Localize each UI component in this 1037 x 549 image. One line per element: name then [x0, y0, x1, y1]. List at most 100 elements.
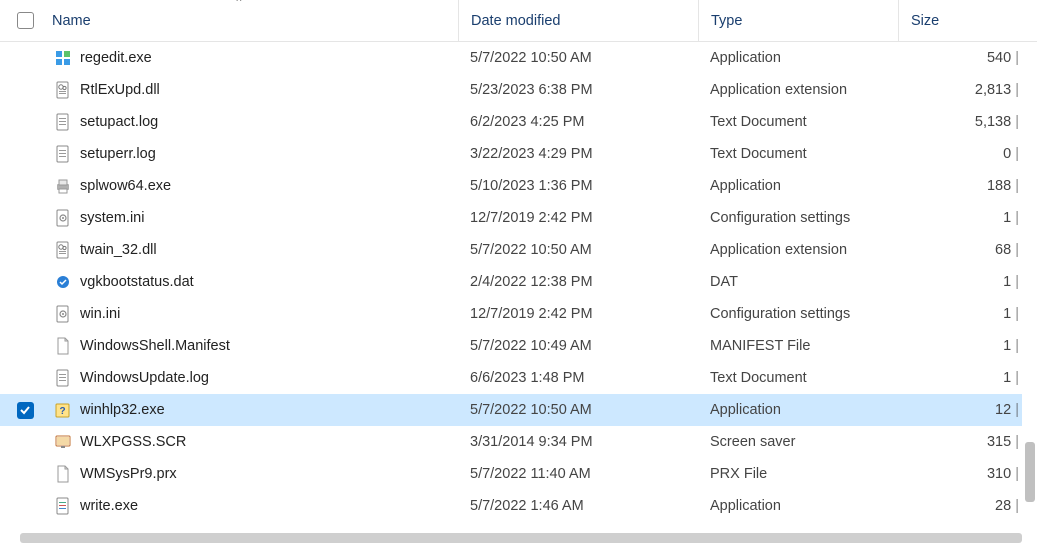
file-row[interactable]: splwow64.exe 5/10/2023 1:36 PM Applicati…: [0, 170, 1037, 202]
file-date: 2/4/2022 12:38 PM: [458, 274, 698, 290]
file-date: 6/6/2023 1:48 PM: [458, 370, 698, 386]
file-name: RtlExUpd.dll: [76, 82, 458, 98]
row-checkbox[interactable]: [17, 210, 34, 227]
file-size: 1 |: [898, 210, 1037, 226]
row-checkbox-cell[interactable]: [0, 466, 50, 483]
file-size: 5,138 |: [898, 114, 1037, 130]
file-row[interactable]: regedit.exe 5/7/2022 10:50 AM Applicatio…: [0, 42, 1037, 74]
file-icon: [50, 49, 76, 67]
row-checkbox-cell[interactable]: [0, 114, 50, 131]
row-checkbox[interactable]: [17, 370, 34, 387]
row-checkbox[interactable]: [17, 306, 34, 323]
file-date: 12/7/2019 2:42 PM: [458, 210, 698, 226]
file-type: Application: [698, 498, 898, 514]
row-checkbox[interactable]: [17, 434, 34, 451]
column-header-name[interactable]: Name ˄: [50, 0, 458, 41]
file-name: WMSysPr9.prx: [76, 466, 458, 482]
select-all-checkbox[interactable]: [17, 12, 34, 29]
file-row[interactable]: WMSysPr9.prx 5/7/2022 11:40 AM PRX File …: [0, 458, 1037, 490]
row-checkbox-cell[interactable]: [0, 210, 50, 227]
file-size: 12 |: [898, 402, 1037, 418]
file-size: 1 |: [898, 338, 1037, 354]
file-row[interactable]: WindowsShell.Manifest 5/7/2022 10:49 AM …: [0, 330, 1037, 362]
file-type: Screen saver: [698, 434, 898, 450]
file-icon: [50, 497, 76, 515]
file-size: 1 |: [898, 274, 1037, 290]
column-header-date[interactable]: Date modified: [458, 0, 698, 41]
file-icon: [50, 81, 76, 99]
file-name: regedit.exe: [76, 50, 458, 66]
file-size: 315 |: [898, 434, 1037, 450]
column-header-size[interactable]: Size: [898, 0, 1037, 41]
file-name: setuperr.log: [76, 146, 458, 162]
row-checkbox[interactable]: [17, 114, 34, 131]
file-date: 5/23/2023 6:38 PM: [458, 82, 698, 98]
row-checkbox[interactable]: [17, 402, 34, 419]
row-checkbox[interactable]: [17, 50, 34, 67]
vertical-scrollbar[interactable]: [1022, 42, 1037, 527]
file-icon: [50, 113, 76, 131]
file-type: Text Document: [698, 146, 898, 162]
row-checkbox[interactable]: [17, 466, 34, 483]
file-icon: [50, 465, 76, 483]
file-size: 28 |: [898, 498, 1037, 514]
file-row[interactable]: setuperr.log 3/22/2023 4:29 PM Text Docu…: [0, 138, 1037, 170]
horizontal-scrollbar-thumb[interactable]: [20, 533, 1022, 543]
row-checkbox[interactable]: [17, 146, 34, 163]
file-date: 5/7/2022 1:46 AM: [458, 498, 698, 514]
row-checkbox-cell[interactable]: [0, 370, 50, 387]
file-date: 5/7/2022 10:50 AM: [458, 402, 698, 418]
file-date: 5/7/2022 11:40 AM: [458, 466, 698, 482]
row-checkbox-cell[interactable]: [0, 146, 50, 163]
file-name: setupact.log: [76, 114, 458, 130]
row-checkbox[interactable]: [17, 242, 34, 259]
file-row[interactable]: setupact.log 6/2/2023 4:25 PM Text Docum…: [0, 106, 1037, 138]
row-checkbox[interactable]: [17, 274, 34, 291]
row-checkbox-cell[interactable]: [0, 178, 50, 195]
row-checkbox-cell[interactable]: [0, 242, 50, 259]
file-row[interactable]: ? winhlp32.exe 5/7/2022 10:50 AM Applica…: [0, 394, 1037, 426]
file-icon: [50, 209, 76, 227]
file-name: write.exe: [76, 498, 458, 514]
file-icon: ?: [50, 401, 76, 419]
row-checkbox[interactable]: [17, 178, 34, 195]
file-date: 12/7/2019 2:42 PM: [458, 306, 698, 322]
file-name: winhlp32.exe: [76, 402, 458, 418]
file-row[interactable]: RtlExUpd.dll 5/23/2023 6:38 PM Applicati…: [0, 74, 1037, 106]
file-row[interactable]: WindowsUpdate.log 6/6/2023 1:48 PM Text …: [0, 362, 1037, 394]
column-header-type[interactable]: Type: [698, 0, 898, 41]
column-label: Type: [711, 13, 742, 29]
file-row[interactable]: twain_32.dll 5/7/2022 10:50 AM Applicati…: [0, 234, 1037, 266]
file-size: 2,813 |: [898, 82, 1037, 98]
file-type: Configuration settings: [698, 210, 898, 226]
file-date: 6/2/2023 4:25 PM: [458, 114, 698, 130]
row-checkbox-cell[interactable]: [0, 434, 50, 451]
file-size: 0 |: [898, 146, 1037, 162]
file-name: system.ini: [76, 210, 458, 226]
row-checkbox-cell[interactable]: [0, 402, 50, 419]
file-size: 188 |: [898, 178, 1037, 194]
row-checkbox-cell[interactable]: [0, 338, 50, 355]
file-row[interactable]: vgkbootstatus.dat 2/4/2022 12:38 PM DAT …: [0, 266, 1037, 298]
file-icon: [50, 305, 76, 323]
row-checkbox[interactable]: [17, 82, 34, 99]
file-row[interactable]: system.ini 12/7/2019 2:42 PM Configurati…: [0, 202, 1037, 234]
row-checkbox-cell[interactable]: [0, 50, 50, 67]
column-header-row: Name ˄ Date modified Type Size: [0, 0, 1037, 42]
file-row[interactable]: WLXPGSS.SCR 3/31/2014 9:34 PM Screen sav…: [0, 426, 1037, 458]
row-checkbox-cell[interactable]: [0, 82, 50, 99]
row-checkbox[interactable]: [17, 498, 34, 515]
row-checkbox-cell[interactable]: [0, 306, 50, 323]
file-row[interactable]: win.ini 12/7/2019 2:42 PM Configuration …: [0, 298, 1037, 330]
file-row[interactable]: write.exe 5/7/2022 1:46 AM Application 2…: [0, 490, 1037, 522]
row-checkbox-cell[interactable]: [0, 498, 50, 515]
row-checkbox[interactable]: [17, 338, 34, 355]
vertical-scrollbar-thumb[interactable]: [1025, 442, 1035, 502]
row-checkbox-cell[interactable]: [0, 274, 50, 291]
file-type: MANIFEST File: [698, 338, 898, 354]
file-type: Text Document: [698, 370, 898, 386]
file-type: Application: [698, 50, 898, 66]
file-name: vgkbootstatus.dat: [76, 274, 458, 290]
file-date: 5/7/2022 10:50 AM: [458, 242, 698, 258]
select-all-cell[interactable]: [0, 12, 50, 29]
